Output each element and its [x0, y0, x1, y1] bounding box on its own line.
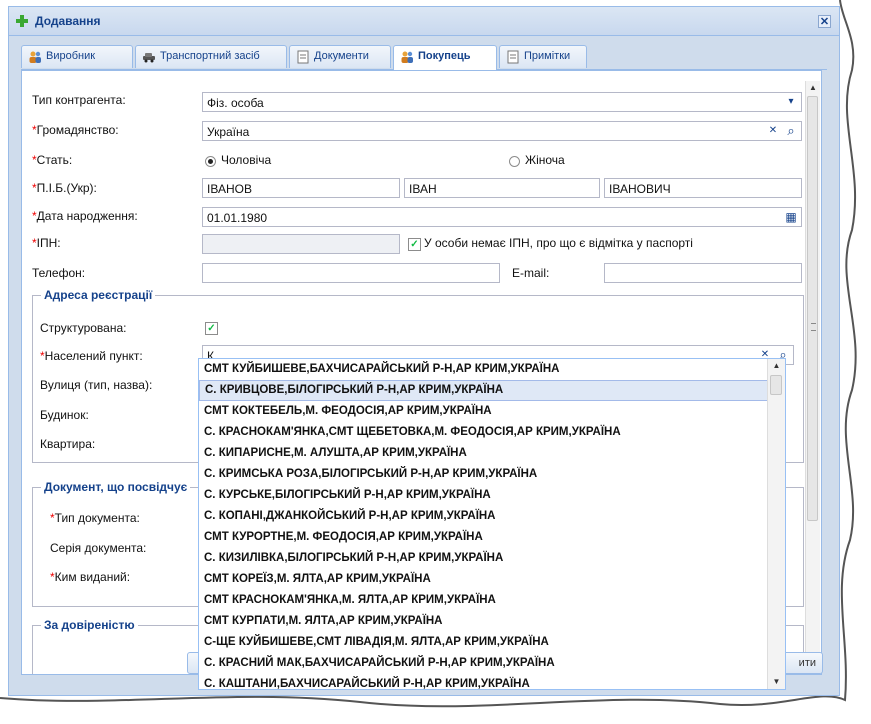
phone-label: Телефон: — [32, 266, 86, 280]
calendar-icon[interactable]: ▦ — [783, 209, 799, 225]
scroll-thumb[interactable] — [807, 96, 818, 521]
dropdown-option[interactable]: СМТ КОРЕЇЗ,М. ЯЛТА,АР КРИМ,УКРАЇНА — [199, 569, 785, 590]
dropdown-option[interactable]: С-ЩЕ КУЙБИШЕВЕ,СМТ ЛІВАДІЯ,М. ЯЛТА,АР КР… — [199, 632, 785, 653]
birth-date-label: *Дата народження: — [32, 209, 138, 223]
settlement-dropdown-list[interactable]: СМТ КУЙБИШЕВЕ,БАХЧИСАРАЙСЬКИЙ Р-Н,АР КРИ… — [198, 358, 786, 690]
structured-label: Структурована: — [40, 321, 127, 335]
dropdown-option[interactable]: СМТ КРАСНОКАМ'ЯНКА,М. ЯЛТА,АР КРИМ,УКРАЇ… — [199, 590, 785, 611]
dropdown-option[interactable]: С. КРИВЦОВЕ,БІЛОГІРСЬКИЙ Р-Н,АР КРИМ,УКР… — [199, 380, 785, 401]
name-label: *П.І.Б.(Укр): — [32, 181, 97, 195]
dropdown-option[interactable]: С. КОПАНІ,ДЖАНКОЙСЬКИЙ Р-Н,АР КРИМ,УКРАЇ… — [199, 506, 785, 527]
citizenship-label: *Громадянство: — [32, 123, 119, 137]
sex-female-label: Жіноча — [525, 153, 565, 167]
scroll-thumb[interactable] — [770, 375, 782, 395]
dialog-titlebar[interactable]: Додавання ✕ — [9, 7, 839, 36]
citizenship-value: Україна — [207, 125, 250, 139]
ipn-label: *ІПН: — [32, 236, 61, 250]
scroll-down-icon[interactable]: ▼ — [768, 675, 785, 689]
scroll-up-icon[interactable]: ▲ — [806, 81, 820, 95]
no-ipn-checkbox[interactable]: ✓ — [408, 238, 421, 251]
last-name-field[interactable]: ІВАНОВ — [202, 178, 400, 198]
users-icon — [401, 51, 413, 63]
dropdown-option[interactable]: С. КРИМСЬКА РОЗА,БІЛОГІРСЬКИЙ Р-Н,АР КРИ… — [199, 464, 785, 485]
settlement-label: *Населений пункт: — [40, 349, 143, 363]
panel-scrollbar[interactable]: ▲ ▼ — [805, 81, 820, 673]
citizenship-combo[interactable]: Україна ✕ ⌕ — [202, 121, 802, 141]
dialog-title: Додавання — [35, 14, 101, 28]
scroll-up-icon[interactable]: ▲ — [768, 359, 785, 373]
apartment-label: Квартира: — [40, 437, 96, 451]
email-label: E-mail: — [512, 266, 550, 280]
tab-label: Примітки — [524, 50, 571, 62]
counterparty-type-label: Тип контрагента: — [32, 93, 126, 107]
dropdown-option[interactable]: С. КУРСЬКЕ,БІЛОГІРСЬКИЙ Р-Н,АР КРИМ,УКРА… — [199, 485, 785, 506]
close-button[interactable]: ✕ — [818, 15, 831, 28]
dropdown-option[interactable]: С. КИПАРИСНЕ,М. АЛУШТА,АР КРИМ,УКРАЇНА — [199, 443, 785, 464]
doc-type-label: *Тип документа: — [50, 511, 140, 525]
dropdown-option[interactable]: СМТ КУРПАТИ,М. ЯЛТА,АР КРИМ,УКРАЇНА — [199, 611, 785, 632]
dropdown-option[interactable]: С. КРАСНИЙ МАК,БАХЧИСАРАЙСЬКИЙ Р-Н,АР КР… — [199, 653, 785, 674]
tab-buyer[interactable]: Покупець — [393, 45, 497, 70]
issued-by-label: *Ким виданий: — [50, 570, 131, 584]
sex-label: *Стать: — [32, 153, 73, 167]
clear-icon[interactable]: ✕ — [765, 123, 781, 139]
birth-date-field[interactable]: 01.01.1980 ▦ — [202, 207, 802, 227]
dropdown-option[interactable]: СМТ КУЙБИШЕВЕ,БАХЧИСАРАЙСЬКИЙ Р-Н,АР КРИ… — [199, 359, 785, 380]
address-legend: Адреса реєстрації — [41, 288, 156, 302]
dropdown-option[interactable]: С. КРАСНОКАМ'ЯНКА,СМТ ЩЕБЕТОВКА,М. ФЕОДО… — [199, 422, 785, 443]
ipn-field[interactable] — [202, 234, 400, 254]
building-label: Будинок: — [40, 408, 89, 422]
dropdown-option[interactable]: С. КИЗИЛІВКА,БІЛОГІРСЬКИЙ Р-Н,АР КРИМ,УК… — [199, 548, 785, 569]
green-plus-icon — [16, 15, 28, 27]
first-name-field[interactable]: ІВАН — [404, 178, 600, 198]
structured-checkbox[interactable]: ✓ — [205, 322, 218, 335]
tab-manufacturer[interactable]: Виробник — [21, 45, 133, 68]
counterparty-type-select[interactable]: Фіз. особа ▾ — [202, 92, 802, 112]
tab-strip: Виробник Транспортний засіб Документи По… — [21, 45, 827, 70]
no-ipn-checkbox-label: У особи немає ІПН, про що є відмітка у п… — [424, 236, 693, 250]
sex-female-radio[interactable] — [509, 156, 520, 167]
tab-documents[interactable]: Документи — [289, 45, 391, 68]
tab-notes[interactable]: Примітки — [499, 45, 587, 68]
email-field[interactable] — [604, 263, 802, 283]
tab-label: Документи — [314, 50, 369, 62]
document-icon — [297, 50, 309, 64]
car-icon — [143, 53, 155, 63]
sex-male-radio[interactable] — [205, 156, 216, 167]
dropdown-scrollbar[interactable]: ▲ ▼ — [767, 359, 785, 689]
dropdown-option[interactable]: С. КАШТАНИ,БАХЧИСАРАЙСЬКИЙ Р-Н,АР КРИМ,У… — [199, 674, 785, 689]
street-label: Вулиця (тип, назва): — [40, 378, 153, 392]
chevron-down-icon[interactable]: ▾ — [783, 94, 799, 110]
dropdown-option[interactable]: СМТ КУРОРТНЕ,М. ФЕОДОСІЯ,АР КРИМ,УКРАЇНА — [199, 527, 785, 548]
sex-male-label: Чоловіча — [221, 153, 272, 167]
tab-label: Виробник — [46, 50, 96, 62]
doc-series-label: Серія документа: — [50, 541, 147, 555]
users-icon — [29, 51, 41, 63]
tab-label: Покупець — [418, 50, 471, 62]
tab-label: Транспортний засіб — [160, 50, 260, 62]
counterparty-type-value: Фіз. особа — [207, 96, 264, 110]
document-icon — [507, 50, 519, 64]
dropdown-option[interactable]: СМТ КОКТЕБЕЛЬ,М. ФЕОДОСІЯ,АР КРИМ,УКРАЇН… — [199, 401, 785, 422]
phone-field[interactable] — [202, 263, 500, 283]
document-legend: Документ, що посвідчує — [41, 480, 191, 494]
search-icon[interactable]: ⌕ — [783, 123, 799, 139]
tab-vehicle[interactable]: Транспортний засіб — [135, 45, 287, 68]
middle-name-field[interactable]: ІВАНОВИЧ — [604, 178, 802, 198]
birth-date-value: 01.01.1980 — [207, 211, 268, 225]
proxy-legend: За довіреністю — [41, 618, 138, 632]
